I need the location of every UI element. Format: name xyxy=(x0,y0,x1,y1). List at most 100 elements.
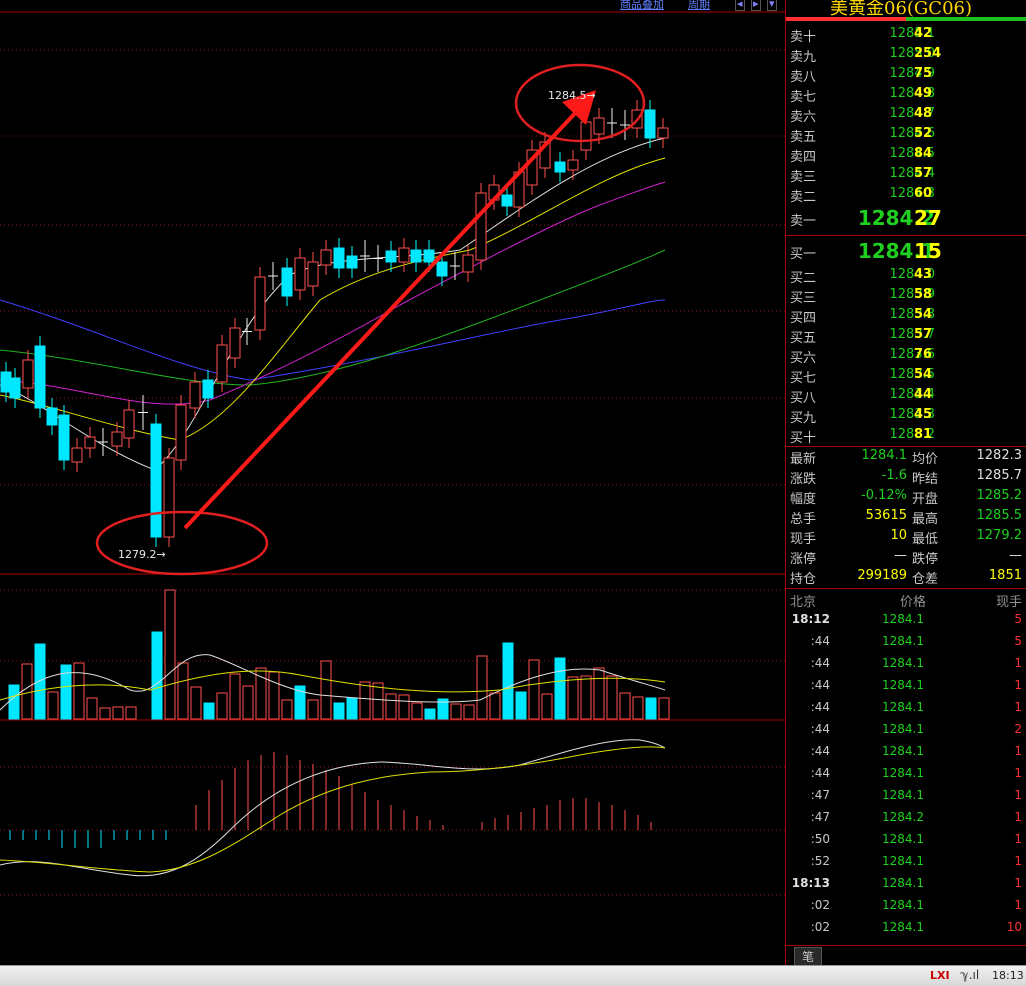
tick-price: 1284.1 xyxy=(882,656,924,670)
tick-time: :44 xyxy=(810,722,830,736)
buy-level-qty: 81 xyxy=(914,427,933,442)
nav-menu-button[interactable]: ▾ xyxy=(767,0,777,11)
tick-row[interactable]: :47 1284.1 1 xyxy=(786,785,1026,807)
tick-price: 1284.1 xyxy=(882,744,924,758)
candle-body xyxy=(475,192,487,261)
sell-level-label: 卖七 xyxy=(790,90,817,105)
candle-body xyxy=(580,121,592,151)
tick-time: :44 xyxy=(810,744,830,758)
tick-row[interactable]: :44 1284.1 2 xyxy=(786,719,1026,741)
candle-body xyxy=(436,261,448,277)
volume-bar xyxy=(593,667,605,720)
sell-level-label: 卖四 xyxy=(790,150,817,165)
tick-row[interactable]: :50 1284.1 1 xyxy=(786,829,1026,851)
sell-level-row[interactable]: 卖三 1284.4 57 xyxy=(786,164,1026,185)
sell-level-row[interactable]: 卖四 1284.5 84 xyxy=(786,144,1026,165)
tick-row[interactable]: 18:13 1284.1 1 xyxy=(786,873,1026,895)
tick-volume: 1 xyxy=(1014,766,1022,780)
quote-value: — xyxy=(894,548,907,563)
sell-level-row[interactable]: 卖八 1284.9 75 xyxy=(786,64,1026,85)
tick-row[interactable]: :44 1284.1 1 xyxy=(786,653,1026,675)
sell-level-row[interactable]: 卖五 1284.6 52 xyxy=(786,124,1026,145)
quote-value: — xyxy=(1009,548,1022,563)
tick-row[interactable]: :52 1284.1 1 xyxy=(786,851,1026,873)
buy-level-row[interactable]: 买六 1283.6 76 xyxy=(786,345,1026,366)
sell-level-row[interactable]: 卖七 1284.8 49 xyxy=(786,84,1026,105)
tick-row[interactable]: :02 1284.1 1 xyxy=(786,895,1026,917)
tick-row[interactable]: :44 1284.1 1 xyxy=(786,697,1026,719)
buy-level-row[interactable]: 买四 1283.8 54 xyxy=(786,305,1026,326)
tick-volume: 5 xyxy=(1014,612,1022,626)
volume-bar xyxy=(450,703,462,720)
volume-bar xyxy=(515,691,527,720)
buy-level-row[interactable]: 买一 1284.1 15 xyxy=(786,239,1026,263)
buy-level-label: 买二 xyxy=(790,271,817,286)
ma-line-green xyxy=(0,249,666,386)
volume-bar xyxy=(8,684,20,720)
buy-level-row[interactable]: 买八 1283.4 44 xyxy=(786,385,1026,406)
quote-value: 10 xyxy=(890,528,907,543)
tick-row[interactable]: :02 1284.1 10 xyxy=(786,917,1026,939)
overlay-product-link[interactable]: 商品叠加 xyxy=(620,0,664,12)
quote-row: 总手 53615 最高 1285.5 xyxy=(786,506,1026,527)
sell-level-label: 卖八 xyxy=(790,70,817,85)
tick-volume: 1 xyxy=(1014,876,1022,890)
sell-level-row[interactable]: 卖一 1284.2 27 xyxy=(786,206,1026,230)
tick-row[interactable]: :47 1284.2 1 xyxy=(786,807,1026,829)
buy-level-qty: 44 xyxy=(914,387,933,402)
kline-chart-area[interactable]: 1279.2→ 1284.5→ 商品叠加 周期 ◂ ▸ ▾ xyxy=(0,0,785,965)
quote-panel: 美黄金06(GC06) 卖十 1285.1 42 卖九 1285.0 254 卖八 1284.… xyxy=(785,0,1026,966)
sell-level-qty: 27 xyxy=(914,206,942,230)
tick-time: :02 xyxy=(810,898,830,912)
sell-level-row[interactable]: 卖十 1285.1 42 xyxy=(786,24,1026,45)
tick-row[interactable]: :44 1284.1 1 xyxy=(786,675,1026,697)
buy-level-row[interactable]: 买五 1283.7 57 xyxy=(786,325,1026,346)
tick-time: :47 xyxy=(810,788,830,802)
tick-price: 1284.1 xyxy=(882,612,924,626)
candlestick-chart[interactable]: 1279.2→ 1284.5→ xyxy=(0,0,785,965)
sell-level-row[interactable]: 卖六 1284.7 48 xyxy=(786,104,1026,125)
candle-body xyxy=(657,127,669,139)
tick-row[interactable]: 18:12 1284.1 5 xyxy=(786,609,1026,631)
tick-row[interactable]: :44 1284.1 5 xyxy=(786,631,1026,653)
nav-prev-button[interactable]: ◂ xyxy=(735,0,745,11)
candle-body xyxy=(163,457,175,538)
buy-level-label: 买七 xyxy=(790,371,817,386)
sell-level-label: 卖十 xyxy=(790,30,817,45)
candle-body xyxy=(216,344,228,383)
tick-row[interactable]: :44 1284.1 1 xyxy=(786,741,1026,763)
sell-level-qty: 75 xyxy=(914,66,933,81)
buy-level-row[interactable]: 买十 1283.2 81 xyxy=(786,425,1026,446)
buy-level-row[interactable]: 买九 1283.3 45 xyxy=(786,405,1026,426)
tick-time: :44 xyxy=(810,766,830,780)
volume-bar xyxy=(281,699,293,720)
tab-ticks[interactable]: 笔 xyxy=(794,947,822,966)
candle-body xyxy=(46,407,58,426)
volume-bar xyxy=(567,676,579,720)
sell-level-qty: 60 xyxy=(914,186,933,201)
tick-price: 1284.1 xyxy=(882,898,924,912)
buy-level-label: 买八 xyxy=(790,391,817,406)
buy-level-row[interactable]: 买二 1284.0 43 xyxy=(786,265,1026,286)
candle-body xyxy=(150,423,162,538)
quote-value: 1851 xyxy=(988,568,1022,583)
buy-level-qty: 15 xyxy=(914,239,942,263)
tick-time: :44 xyxy=(810,700,830,714)
candle-body xyxy=(385,250,397,263)
sell-level-row[interactable]: 卖二 1284.3 60 xyxy=(786,184,1026,205)
sell-level-label: 卖五 xyxy=(790,130,817,145)
tick-volume: 10 xyxy=(1006,920,1022,934)
nav-next-button[interactable]: ▸ xyxy=(751,0,761,11)
buy-level-row[interactable]: 买七 1283.5 54 xyxy=(786,365,1026,386)
candle-body xyxy=(58,414,70,461)
quote-key: 涨跌 xyxy=(790,472,817,487)
tick-volume: 1 xyxy=(1014,678,1022,692)
tick-row[interactable]: :44 1284.1 1 xyxy=(786,763,1026,785)
volume-bar xyxy=(112,706,124,720)
period-link[interactable]: 周期 xyxy=(688,0,710,12)
tick-price: 1284.1 xyxy=(882,876,924,890)
quote-row: 现手 10 最低 1279.2 xyxy=(786,526,1026,547)
sell-level-row[interactable]: 卖九 1285.0 254 xyxy=(786,44,1026,65)
quote-key: 最高 xyxy=(912,512,939,527)
buy-level-row[interactable]: 买三 1283.9 58 xyxy=(786,285,1026,306)
